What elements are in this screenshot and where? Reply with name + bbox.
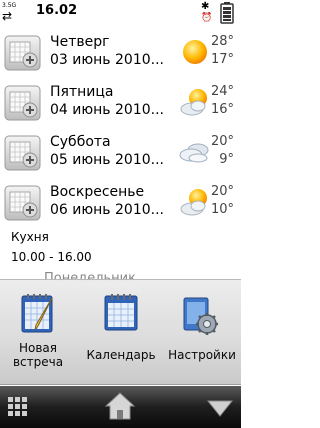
calendar-add-icon[interactable] [4,35,41,71]
bluetooth-icon: ✱ [201,1,210,12]
signal-indicator: 3.5G ⇄ [2,2,30,24]
cloudy-icon [178,135,212,169]
temp-high: 20° [210,134,234,149]
temp-low: 9° [219,152,234,167]
network-type: 3.5G [2,2,17,9]
day-date: 03 июнь 2010... [50,52,164,68]
day-name: Пятница [50,84,114,100]
data-transfer-icon: ⇄ [2,9,13,23]
grid-icon [8,397,27,416]
new-meeting-button[interactable]: Новая встреча [6,280,70,386]
new-meeting-label-2: встреча [12,355,64,369]
menu-button[interactable] [0,386,42,428]
calendar-add-icon[interactable] [4,85,41,121]
event-time: 10.00 - 16.00 [11,250,92,264]
day-date: 06 июнь 2010... [50,202,164,218]
new-meeting-icon [18,292,58,338]
day-row[interactable]: Четверг 03 июнь 2010... 28° 17° [0,29,241,79]
calendar-button[interactable]: Календарь [84,280,158,386]
partly-cloudy-icon [178,85,212,119]
triangle-down-icon [206,400,234,417]
temp-low: 10° [210,202,234,217]
status-bar: 3.5G ⇄ 16.02 ✱ ⏰ [0,0,241,26]
temp-low: 17° [210,52,234,67]
settings-button[interactable]: Настройки [166,280,238,386]
clock: 16.02 [36,3,78,18]
battery-icon [218,2,236,24]
calendar-icon [101,292,141,338]
bottom-navigation [0,386,241,428]
day-name: Суббота [50,134,111,150]
settings-icon [180,292,220,338]
temp-high: 24° [210,84,234,99]
day-row[interactable]: Суббота 05 июнь 2010... 20° 9° [0,129,241,179]
options-button[interactable] [199,386,241,428]
day-date: 04 июнь 2010... [50,102,164,118]
calendar-add-icon[interactable] [4,185,41,221]
day-date: 05 июнь 2010... [50,152,164,168]
partly-cloudy-icon [178,185,212,219]
day-name: Четверг [50,34,110,50]
home-icon [104,392,136,420]
sun-icon [178,35,212,69]
settings-label: Настройки [168,348,236,362]
temp-low: 16° [210,102,234,117]
day-row[interactable]: Пятница 04 июнь 2010... 24° 16° [0,79,241,129]
calendar-label: Календарь [86,348,156,362]
temp-high: 28° [210,34,234,49]
day-name: Воскресенье [50,184,145,200]
home-button[interactable] [96,386,144,428]
day-row[interactable]: Воскресенье 06 июнь 2010... 20° 10° [0,179,241,229]
alarm-icon: ⏰ [201,13,213,23]
shortcut-toolbar: Новая встреча Календарь Настройки [0,279,241,385]
calendar-add-icon[interactable] [4,135,41,171]
temp-high: 20° [210,184,234,199]
event-title[interactable]: Кухня [11,230,49,244]
new-meeting-label-1: Новая [18,341,57,355]
